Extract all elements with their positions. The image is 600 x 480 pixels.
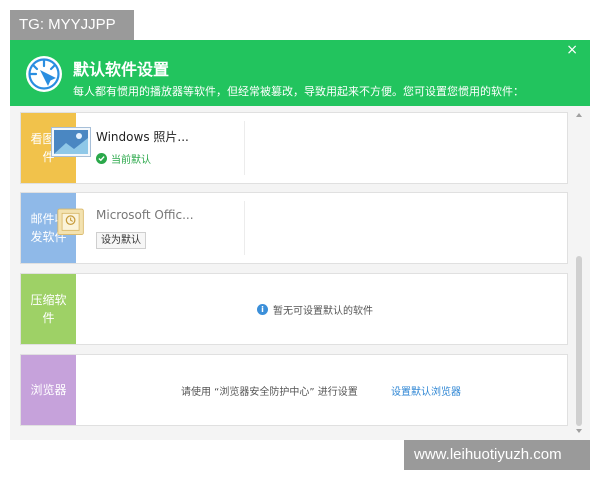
photo-viewer-icon [51,127,91,157]
category-label-compression: 压缩软件 [21,274,76,344]
category-row-mail: 邮件收发软件 Microsoft Offic... 设为默认 [20,192,568,264]
scroll-down-arrow-icon[interactable] [576,429,582,433]
info-icon: i [257,304,268,315]
no-default-notice-text: 暂无可设置默认的软件 [273,306,373,317]
watermark-bottom: www.leihuotiyuzh.com [404,440,590,470]
browser-hint-text: 请使用 “浏览器安全防护中心” 进行设置 [181,387,358,398]
outlook-icon [57,208,84,236]
scrollbar[interactable] [575,113,583,433]
dialog-header: 默认软件设置 每人都有惯用的播放器等软件，但经常被篡改，导致用起来不方便。您可设… [10,40,590,106]
close-button[interactable]: × [566,42,578,58]
current-default-text: 当前默认 [111,155,151,166]
mail-app-name: Microsoft Offic... [96,208,194,222]
set-default-button[interactable]: 设为默认 [96,232,146,249]
scrollbar-thumb[interactable] [576,256,582,426]
no-default-notice: i 暂无可设置默认的软件 [257,302,373,317]
check-icon [96,153,107,164]
software-category-list: 看图软件 Windows 照片... 当前默认 邮件收发软件 Microsoft… [10,106,590,440]
default-software-dialog: 默认软件设置 每人都有惯用的播放器等软件，但经常被篡改，导致用起来不方便。您可设… [10,40,590,440]
dialog-subtitle: 每人都有惯用的播放器等软件，但经常被篡改，导致用起来不方便。您可设置您惯用的软件… [73,85,524,98]
watermark-top: TG: MYYJJPP [10,10,134,40]
default-settings-logo-icon [26,56,62,92]
set-default-browser-link[interactable]: 设置默认浏览器 [391,383,461,398]
category-row-image-viewer: 看图软件 Windows 照片... 当前默认 [20,112,568,184]
scroll-up-arrow-icon[interactable] [576,113,582,117]
category-row-compression: 压缩软件 i 暂无可设置默认的软件 [20,273,568,345]
image-viewer-app-name: Windows 照片... [96,130,189,144]
dialog-title: 默认软件设置 [73,60,170,79]
row-divider [244,121,245,175]
row-divider [244,201,245,255]
category-row-browser: 浏览器 请使用 “浏览器安全防护中心” 进行设置 设置默认浏览器 [20,354,568,426]
category-label-browser: 浏览器 [21,355,76,425]
current-default-status: 当前默认 [96,151,151,166]
